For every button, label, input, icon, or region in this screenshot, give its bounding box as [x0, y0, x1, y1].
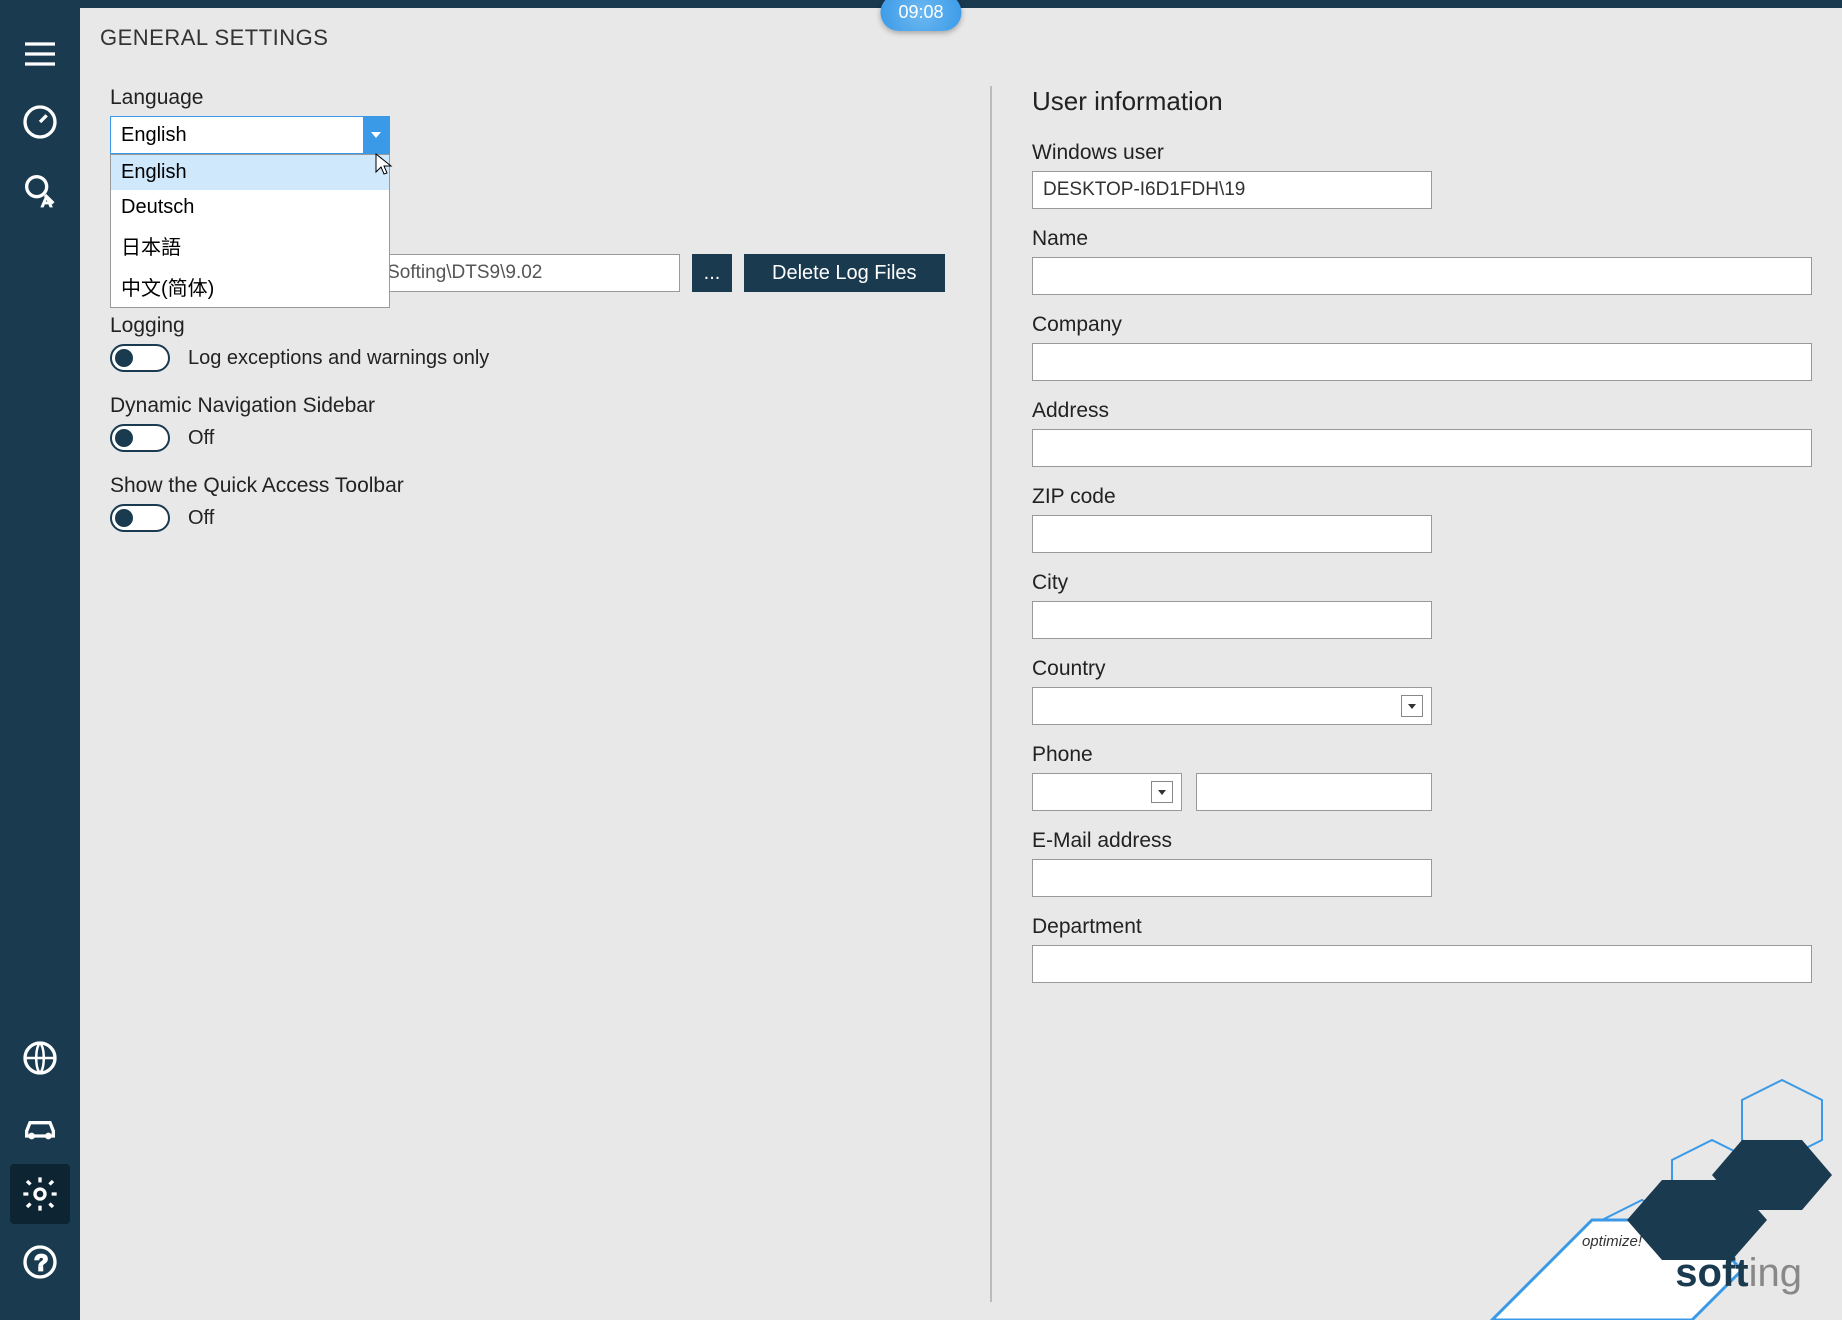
- phone-label: Phone: [1032, 743, 1812, 767]
- dyn-nav-label: Dynamic Navigation Sidebar: [110, 394, 950, 418]
- gauge-icon[interactable]: [10, 92, 70, 152]
- department-input[interactable]: [1032, 945, 1812, 983]
- quick-toolbar-toggle[interactable]: [110, 504, 170, 532]
- dyn-nav-toggle[interactable]: [110, 424, 170, 452]
- logging-value: Log exceptions and warnings only: [188, 347, 489, 370]
- globe-icon[interactable]: [10, 1028, 70, 1088]
- windows-user-label: Windows user: [1032, 141, 1812, 165]
- language-option[interactable]: Deutsch: [111, 190, 389, 225]
- language-value: English: [121, 124, 187, 147]
- email-label: E-Mail address: [1032, 829, 1812, 853]
- chevron-down-icon: [1151, 781, 1173, 803]
- language-label: Language: [110, 86, 950, 110]
- name-label: Name: [1032, 227, 1812, 251]
- language-dropdown: English Deutsch 日本語 中文(简体): [110, 154, 390, 308]
- city-label: City: [1032, 571, 1812, 595]
- header: GENERAL SETTINGS: [80, 8, 1842, 68]
- delete-log-button[interactable]: Delete Log Files: [744, 254, 945, 292]
- language-option[interactable]: 日本語: [111, 225, 389, 266]
- time-badge: 09:08: [880, 0, 961, 31]
- car-icon[interactable]: [10, 1096, 70, 1156]
- svg-text:A: A: [42, 194, 52, 210]
- svg-text:?: ?: [34, 1249, 48, 1275]
- page-title: GENERAL SETTINGS: [100, 25, 328, 51]
- user-info-title: User information: [1032, 86, 1812, 117]
- language-select[interactable]: English English Deutsch 日本語 中文(简体): [110, 116, 390, 154]
- right-column: User information Windows user Name Compa…: [990, 86, 1812, 1302]
- company-label: Company: [1032, 313, 1812, 337]
- email-input[interactable]: [1032, 859, 1432, 897]
- logging-toggle[interactable]: [110, 344, 170, 372]
- zip-input[interactable]: [1032, 515, 1432, 553]
- quick-toolbar-label: Show the Quick Access Toolbar: [110, 474, 950, 498]
- logging-label: Logging: [110, 314, 950, 338]
- name-input[interactable]: [1032, 257, 1812, 295]
- language-option[interactable]: English: [111, 155, 389, 190]
- address-input[interactable]: [1032, 429, 1812, 467]
- language-option[interactable]: 中文(简体): [111, 266, 389, 307]
- windows-user-input: [1032, 171, 1432, 209]
- help-icon[interactable]: ?: [10, 1232, 70, 1292]
- zip-label: ZIP code: [1032, 485, 1812, 509]
- chevron-down-icon: [1401, 695, 1423, 717]
- browse-button[interactable]: ...: [692, 254, 732, 292]
- sidebar: A ?: [0, 8, 80, 1320]
- quick-toolbar-value: Off: [188, 507, 214, 530]
- department-label: Department: [1032, 915, 1812, 939]
- search-a-icon[interactable]: A: [10, 160, 70, 220]
- chevron-down-icon: [363, 117, 389, 153]
- address-label: Address: [1032, 399, 1812, 423]
- content: Language English English Deutsch 日本語 中文(…: [80, 68, 1842, 1320]
- dyn-nav-value: Off: [188, 427, 214, 450]
- country-select[interactable]: [1032, 687, 1432, 725]
- left-column: Language English English Deutsch 日本語 中文(…: [110, 86, 990, 1302]
- gear-icon[interactable]: [10, 1164, 70, 1224]
- company-input[interactable]: [1032, 343, 1812, 381]
- phone-input[interactable]: [1196, 773, 1432, 811]
- country-label: Country: [1032, 657, 1812, 681]
- phone-prefix-select[interactable]: [1032, 773, 1182, 811]
- city-input[interactable]: [1032, 601, 1432, 639]
- hamburger-icon[interactable]: [10, 24, 70, 84]
